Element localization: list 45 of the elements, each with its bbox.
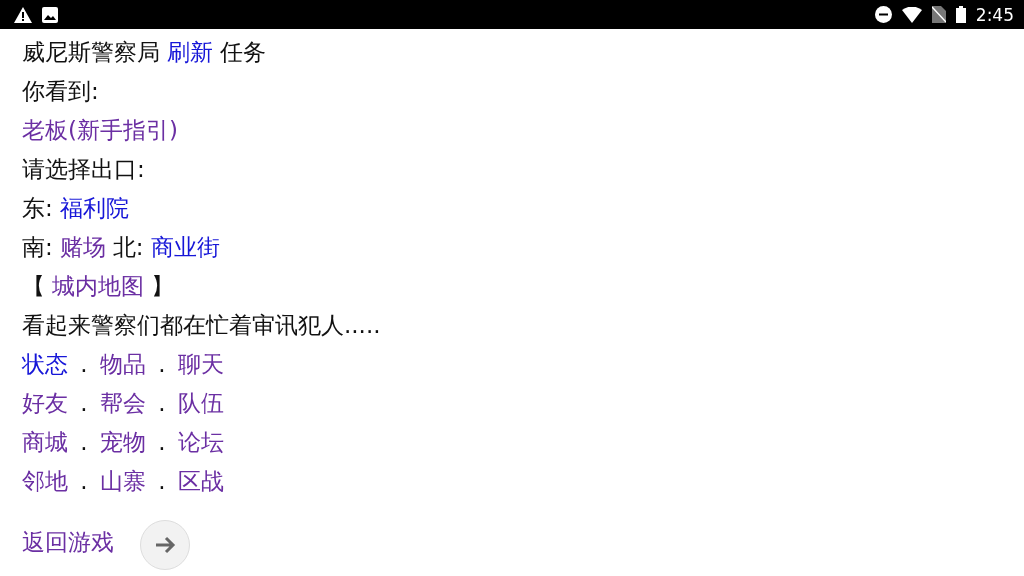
text: 【: [22, 272, 45, 301]
text: 你看到:: [22, 77, 99, 106]
text-link[interactable]: 商业街: [150, 228, 220, 267]
text-link[interactable]: 帮会: [100, 384, 146, 423]
dot-separator: .: [157, 350, 167, 379]
text-link[interactable]: 福利院: [59, 189, 129, 228]
text: 威尼斯警察局: [22, 38, 160, 67]
dot-separator: .: [157, 467, 167, 496]
dot-separator: .: [79, 467, 89, 496]
text-link[interactable]: 宠物: [100, 423, 146, 462]
dot-separator: .: [157, 428, 167, 457]
text-link[interactable]: 状态: [22, 345, 68, 384]
text: 北:: [112, 233, 144, 262]
text-link[interactable]: 论坛: [178, 423, 224, 462]
text: 】: [151, 272, 174, 301]
battery-icon: [955, 6, 966, 23]
text: 看起来警察们都在忙着审讯犯人.....: [22, 311, 381, 340]
no-sim-icon: [931, 6, 946, 23]
text-link[interactable]: 城内地图: [52, 267, 144, 306]
dot-separator: .: [79, 350, 89, 379]
text-link[interactable]: 队伍: [178, 384, 224, 423]
text-link[interactable]: 物品: [100, 345, 146, 384]
text: 东:: [22, 194, 53, 223]
text-link[interactable]: 聊天: [178, 345, 224, 384]
text: 南:: [22, 233, 53, 262]
text-link[interactable]: 好友: [22, 384, 68, 423]
back-to-game-link[interactable]: 返回游戏: [22, 527, 114, 558]
dot-separator: .: [79, 389, 89, 418]
clock-time: 2:45: [975, 4, 1014, 25]
text-link[interactable]: 区战: [178, 462, 224, 501]
text-link[interactable]: 赌场: [59, 228, 106, 267]
text-link[interactable]: 商城: [22, 423, 68, 462]
text-link[interactable]: 刷新: [167, 33, 213, 72]
forward-button[interactable]: [140, 520, 190, 570]
image-icon: [42, 6, 58, 23]
text: 请选择出口:: [22, 155, 145, 184]
do-not-disturb-icon: [874, 6, 892, 23]
text-link[interactable]: 邻地: [22, 462, 68, 501]
warning-icon: [14, 6, 32, 23]
dot-separator: .: [157, 389, 167, 418]
wifi-icon: [901, 6, 922, 23]
text: 任务: [220, 38, 266, 67]
dot-separator: .: [79, 428, 89, 457]
text-link[interactable]: 山寨: [100, 462, 146, 501]
text-link[interactable]: 老板(新手指引): [22, 111, 178, 150]
